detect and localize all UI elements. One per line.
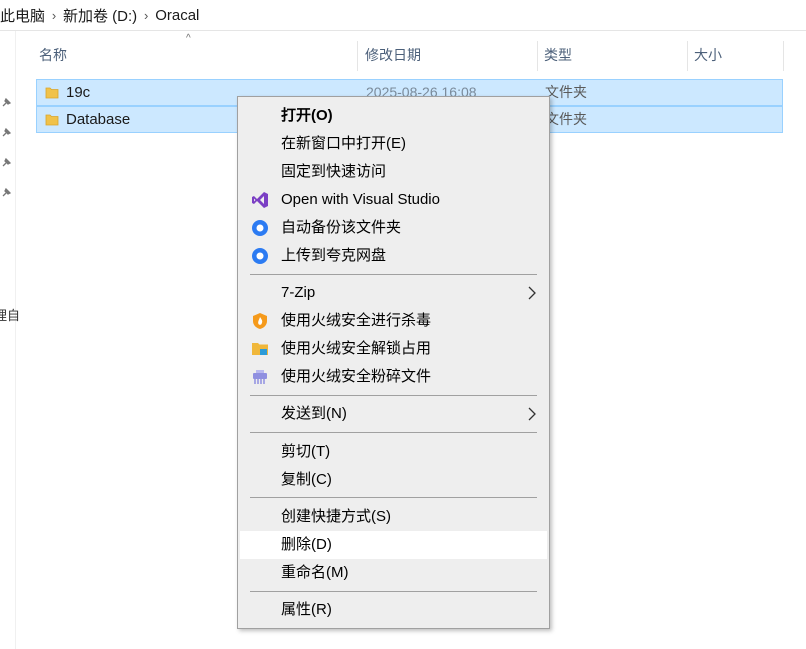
- folder-icon: [45, 87, 59, 99]
- menu-item-open-visual-studio[interactable]: Open with Visual Studio: [240, 186, 547, 214]
- menu-item-label: 自动备份该文件夹: [281, 219, 402, 236]
- menu-item-label: 固定到快速访问: [281, 163, 387, 180]
- huorong-shield-icon: [253, 313, 267, 329]
- menu-item-huorong-shred[interactable]: 使用火绒安全粉碎文件: [240, 363, 547, 391]
- menu-item-label: 使用火绒安全解锁占用: [281, 340, 432, 357]
- menu-item-cut[interactable]: 剪切(T): [240, 438, 547, 466]
- menu-item-send-to[interactable]: 发送到(N): [240, 400, 547, 428]
- menu-item-huorong-scan[interactable]: 使用火绒安全进行杀毒: [240, 307, 547, 335]
- column-header-name[interactable]: 名称: [39, 39, 67, 71]
- quark-cloud-icon: [252, 220, 268, 236]
- menu-item-open[interactable]: 打开(O): [240, 102, 547, 130]
- navigation-pane: [0, 31, 16, 649]
- menu-item-auto-backup[interactable]: 自动备份该文件夹: [240, 214, 547, 242]
- menu-separator: [250, 274, 537, 275]
- menu-separator: [250, 591, 537, 592]
- shredder-icon: [253, 370, 267, 384]
- column-header-size[interactable]: 大小: [694, 39, 722, 71]
- column-headers: ^ 名称 修改日期 类型 大小: [28, 33, 806, 71]
- menu-item-label: 上传到夸克网盘: [281, 247, 387, 264]
- column-divider[interactable]: [783, 41, 784, 71]
- column-header-modified[interactable]: 修改日期: [365, 39, 421, 71]
- menu-item-pin-quick-access[interactable]: 固定到快速访问: [240, 158, 547, 186]
- file-type: 文件夹: [545, 84, 587, 100]
- menu-item-label: 7-Zip: [281, 284, 316, 301]
- column-header-type[interactable]: 类型: [544, 39, 572, 71]
- file-name: 19c: [66, 84, 91, 101]
- menu-item-label: 属性(R): [281, 601, 332, 618]
- pin-icon[interactable]: [0, 97, 12, 109]
- menu-item-rename[interactable]: 重命名(M): [240, 559, 547, 587]
- menu-item-label: 重命名(M): [281, 564, 349, 581]
- menu-separator: [250, 395, 537, 396]
- menu-item-create-shortcut[interactable]: 创建快捷方式(S): [240, 503, 547, 531]
- file-name: Database: [66, 111, 131, 128]
- menu-item-7zip[interactable]: 7-Zip: [240, 279, 547, 307]
- menu-item-delete[interactable]: 删除(D): [240, 531, 547, 559]
- pin-icon[interactable]: [0, 157, 12, 169]
- menu-item-label: 创建快捷方式(S): [281, 508, 391, 525]
- menu-item-label: 在新窗口中打开(E): [281, 135, 406, 152]
- breadcrumb-oracal[interactable]: Oracal: [155, 7, 199, 24]
- menu-item-label: 使用火绒安全粉碎文件: [281, 368, 432, 385]
- breadcrumb-this-pc[interactable]: 此电脑: [0, 5, 45, 26]
- menu-item-upload-quark[interactable]: 上传到夸克网盘: [240, 242, 547, 270]
- menu-item-copy[interactable]: 复制(C): [240, 466, 547, 494]
- pin-icon[interactable]: [0, 127, 12, 139]
- folder-lock-icon: [252, 343, 268, 355]
- menu-separator: [250, 497, 537, 498]
- column-divider[interactable]: [537, 41, 538, 71]
- context-menu: 打开(O) 在新窗口中打开(E) 固定到快速访问 Open with Visua…: [237, 96, 550, 629]
- sort-ascending-icon: ^: [186, 33, 191, 44]
- menu-item-label: 使用火绒安全进行杀毒: [281, 312, 432, 329]
- visual-studio-icon: [252, 192, 268, 208]
- menu-item-label: 打开(O): [281, 107, 333, 124]
- menu-item-label: 复制(C): [281, 471, 332, 488]
- quark-cloud-icon: [252, 248, 268, 264]
- folder-icon: [45, 114, 59, 126]
- address-bar[interactable]: 此电脑 › 新加卷 (D:) › Oracal: [0, 0, 806, 31]
- menu-item-open-new-window[interactable]: 在新窗口中打开(E): [240, 130, 547, 158]
- menu-item-label: 删除(D): [281, 536, 332, 553]
- menu-item-label: Open with Visual Studio: [281, 191, 440, 208]
- menu-item-huorong-unlock[interactable]: 使用火绒安全解锁占用: [240, 335, 547, 363]
- chevron-right-icon: [528, 286, 536, 300]
- menu-separator: [250, 432, 537, 433]
- file-type: 文件夹: [545, 111, 587, 127]
- pin-icon[interactable]: [0, 187, 12, 199]
- column-divider[interactable]: [357, 41, 358, 71]
- chevron-right-icon[interactable]: ›: [137, 8, 155, 23]
- menu-item-label: 剪切(T): [281, 443, 331, 460]
- menu-item-properties[interactable]: 属性(R): [240, 596, 547, 624]
- chevron-right-icon[interactable]: ›: [45, 8, 63, 23]
- chevron-right-icon: [528, 407, 536, 421]
- column-divider[interactable]: [687, 41, 688, 71]
- nav-item-fragment[interactable]: 理自: [0, 305, 20, 324]
- breadcrumb-drive-d[interactable]: 新加卷 (D:): [63, 5, 137, 26]
- menu-item-label: 发送到(N): [281, 405, 347, 422]
